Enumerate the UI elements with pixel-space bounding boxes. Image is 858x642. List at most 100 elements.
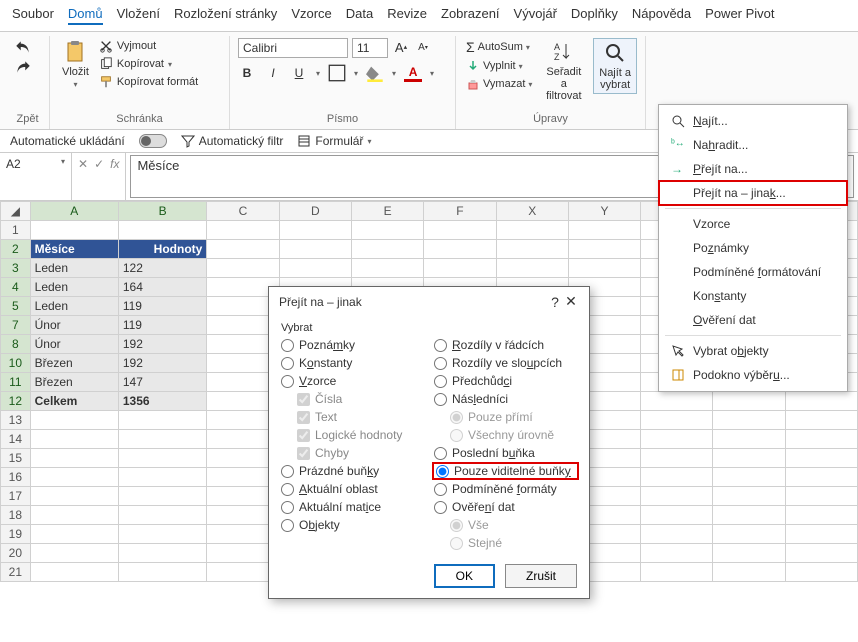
menu-constants[interactable]: Konstanty [659, 284, 847, 308]
cell[interactable] [785, 525, 857, 544]
menu-vzorce[interactable]: Vzorce [291, 6, 331, 25]
cell[interactable] [351, 259, 423, 278]
autosum-button[interactable]: ΣAutoSum [464, 38, 534, 56]
col-header-X[interactable]: X [496, 202, 568, 221]
radio-visible-cells[interactable]: Pouze viditelné buňky [434, 464, 577, 478]
col-header-B[interactable]: B [118, 202, 206, 221]
cell[interactable] [713, 449, 785, 468]
cell[interactable] [713, 392, 785, 411]
cell[interactable] [785, 411, 857, 430]
cell[interactable] [207, 259, 279, 278]
radio-cond-fmt[interactable]: Podmíněné formáty [434, 482, 577, 496]
menu-select-objects[interactable]: Vybrat objekty [659, 339, 847, 363]
cell[interactable] [568, 221, 640, 240]
cell[interactable] [713, 506, 785, 525]
cancel-button[interactable]: Zrušit [505, 564, 577, 588]
col-header-F[interactable]: F [424, 202, 496, 221]
cell[interactable]: Leden [30, 278, 118, 297]
menu-vývojář[interactable]: Vývojář [514, 6, 557, 25]
cell[interactable] [279, 259, 351, 278]
cell[interactable] [785, 487, 857, 506]
col-header-Y[interactable]: Y [568, 202, 640, 221]
row-header[interactable]: 18 [1, 506, 31, 525]
row-header[interactable]: 20 [1, 544, 31, 563]
menu-data-val[interactable]: Ověření dat [659, 308, 847, 332]
cell[interactable]: 192 [118, 335, 206, 354]
menu-revize[interactable]: Revize [387, 6, 427, 25]
cell[interactable] [785, 506, 857, 525]
cell[interactable] [279, 221, 351, 240]
row-header[interactable]: 3 [1, 259, 31, 278]
menu-zobrazení[interactable]: Zobrazení [441, 6, 500, 25]
radio-notes[interactable]: Poznámky [281, 338, 424, 352]
cell[interactable]: 164 [118, 278, 206, 297]
menu-cond-fmt[interactable]: Podmíněné formátování [659, 260, 847, 284]
cell[interactable] [351, 240, 423, 259]
menu-find[interactable]: NNajít...ajít... [659, 109, 847, 133]
cell[interactable]: Březen [30, 373, 118, 392]
radio-objects[interactable]: Objekty [281, 518, 424, 532]
cell[interactable] [118, 563, 206, 582]
cell[interactable] [118, 468, 206, 487]
cell[interactable] [641, 392, 713, 411]
row-header[interactable]: 4 [1, 278, 31, 297]
menu-domů[interactable]: Domů [68, 6, 103, 25]
row-header[interactable]: 11 [1, 373, 31, 392]
menu-vložení[interactable]: Vložení [117, 6, 160, 25]
menu-replace[interactable]: ᵇ↔Nahradit... [659, 133, 847, 157]
fill-color-button[interactable] [366, 64, 384, 82]
menu-goto-special[interactable]: Přejít na – jinak... [659, 181, 847, 205]
radio-dependents[interactable]: Následníci [434, 392, 577, 406]
form-button[interactable]: Formulář▾ [297, 134, 371, 148]
cell[interactable] [713, 544, 785, 563]
italic-button[interactable]: I [264, 64, 282, 82]
cell[interactable] [30, 525, 118, 544]
menu-goto[interactable]: →Přejít na... [659, 157, 847, 181]
cell[interactable] [30, 563, 118, 582]
font-name-select[interactable]: Calibri [238, 38, 348, 58]
cell[interactable] [30, 468, 118, 487]
cell[interactable] [118, 544, 206, 563]
cell[interactable] [785, 563, 857, 582]
col-header-D[interactable]: D [279, 202, 351, 221]
row-header[interactable]: 7 [1, 316, 31, 335]
font-color-button[interactable]: A [404, 64, 422, 82]
cut-button[interactable]: Vyjmout [97, 38, 200, 54]
cell[interactable] [785, 468, 857, 487]
increase-font-icon[interactable]: A▴ [392, 38, 410, 56]
cell[interactable] [641, 487, 713, 506]
col-header-E[interactable]: E [351, 202, 423, 221]
cell[interactable]: Hodnoty [118, 240, 206, 259]
cell[interactable] [568, 240, 640, 259]
accept-formula-icon[interactable]: ✓ [94, 157, 104, 171]
cell[interactable] [641, 525, 713, 544]
menu-formulas[interactable]: Vzorce [659, 212, 847, 236]
cell[interactable] [496, 221, 568, 240]
cell[interactable]: 119 [118, 316, 206, 335]
row-header[interactable]: 1 [1, 221, 31, 240]
row-header[interactable]: 13 [1, 411, 31, 430]
cell[interactable] [424, 259, 496, 278]
cell[interactable] [118, 525, 206, 544]
radio-precedents[interactable]: Předchůdci [434, 374, 577, 388]
cell[interactable] [785, 449, 857, 468]
cell[interactable] [496, 240, 568, 259]
cell[interactable] [118, 430, 206, 449]
decrease-font-icon[interactable]: A▾ [414, 38, 432, 56]
fx-icon[interactable]: fx [110, 157, 119, 171]
row-header[interactable]: 10 [1, 354, 31, 373]
cell[interactable] [30, 411, 118, 430]
cell[interactable] [424, 240, 496, 259]
clear-button[interactable]: Vymazat [464, 76, 534, 92]
cell[interactable] [30, 221, 118, 240]
cell[interactable] [30, 430, 118, 449]
menu-nápověda[interactable]: Nápověda [632, 6, 691, 25]
cell[interactable] [424, 221, 496, 240]
cell[interactable]: Březen [30, 354, 118, 373]
menu-data[interactable]: Data [346, 6, 373, 25]
radio-row-diff[interactable]: Rozdíly v řádcích [434, 338, 577, 352]
col-header-A[interactable]: A [30, 202, 118, 221]
cell[interactable] [641, 506, 713, 525]
cell[interactable] [207, 221, 279, 240]
row-header[interactable]: 21 [1, 563, 31, 582]
